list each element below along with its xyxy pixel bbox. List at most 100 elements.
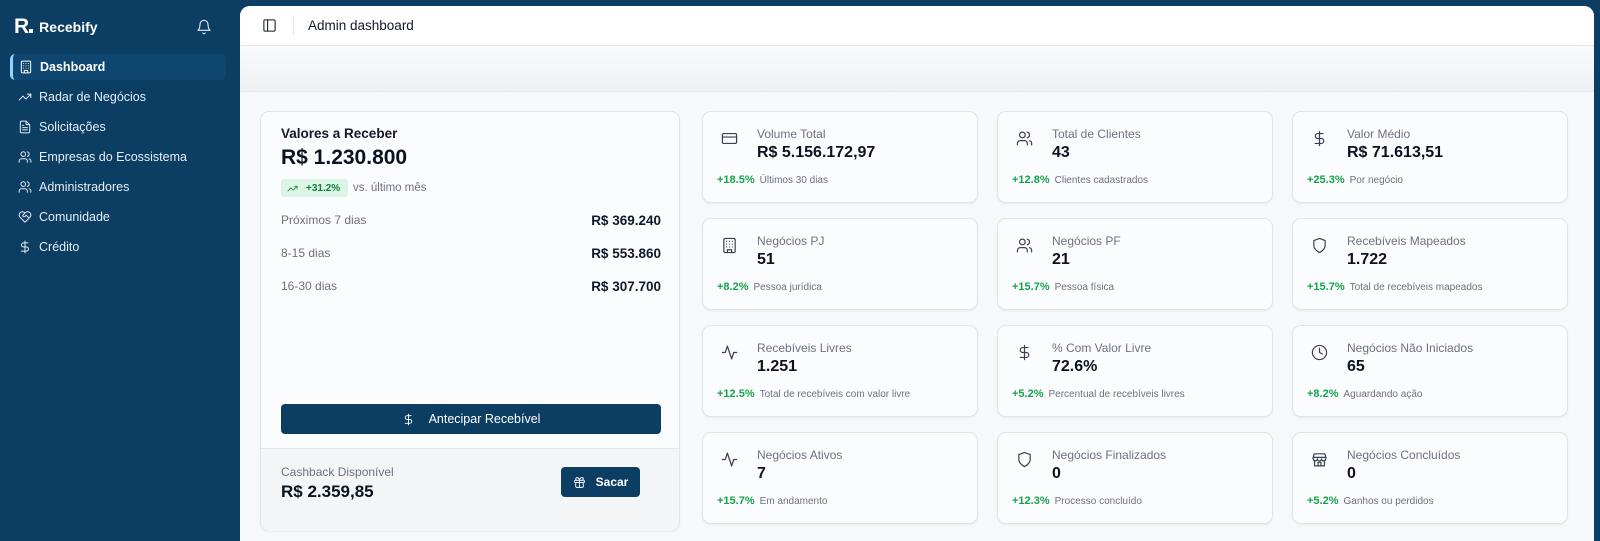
metric-title: Volume Total [757, 127, 826, 141]
metric-footer: +12.3% Processo concluído [1012, 495, 1142, 507]
metric-card[interactable]: Negócios Finalizados 0 +12.3% Processo co… [997, 432, 1273, 524]
sidebar-item-dashboard[interactable]: Dashboard [10, 54, 226, 80]
receivable-row: 16-30 dias R$ 307.700 [281, 276, 661, 296]
bell-icon[interactable] [196, 19, 212, 35]
divider [293, 16, 294, 35]
receivable-row: Próximos 7 dias R$ 369.240 [281, 210, 661, 230]
metric-title: % Com Valor Livre [1052, 341, 1152, 355]
metric-title: Valor Médio [1347, 127, 1411, 141]
metric-delta: +18.5% [717, 174, 755, 186]
metric-footer: +12.8% Clientes cadastrados [1012, 174, 1148, 186]
dollar-icon [404, 413, 412, 425]
sidebar-item-label: Radar de Negócios [39, 90, 147, 104]
trend-up-icon [287, 185, 298, 191]
metric-footer: +15.7% Pessoa física [1012, 281, 1114, 293]
metric-footer: +8.2% Pessoa jurídica [717, 281, 822, 293]
sidebar-toggle-icon[interactable] [262, 18, 277, 33]
metric-value: 65 [1347, 358, 1365, 375]
metric-card[interactable]: Negócios Ativos 7 +15.7% Em andamento [702, 432, 978, 524]
users-icon [18, 151, 32, 163]
row-value: R$ 307.700 [591, 278, 661, 294]
main-content: Admin dashboard Valores a Receber R$ 1.2… [240, 6, 1594, 541]
sidebar-item-radar[interactable]: Radar de Negócios [10, 84, 226, 110]
document-icon [19, 120, 31, 134]
receivables-title: Valores a Receber [281, 126, 398, 141]
sidebar-nav: Dashboard Radar de Negócios Solicitações… [10, 54, 226, 264]
building-icon [20, 60, 32, 74]
metric-value: 1.251 [757, 358, 798, 375]
anticipate-receivable-button[interactable]: Antecipar Recebível [281, 404, 661, 434]
metric-note: Últimos 30 dias [759, 174, 828, 186]
metric-delta: +12.8% [1012, 174, 1050, 186]
metric-value: 7 [757, 465, 766, 482]
metric-footer: +5.2% Percentual de recebíveis livres [1012, 388, 1185, 400]
metric-card[interactable]: Negócios PF 21 +15.7% Pessoa física [997, 218, 1273, 310]
toolbar-area [240, 46, 1594, 92]
metric-card[interactable]: Total de Clientes 43 +12.8% Clientes cada… [997, 111, 1273, 203]
sidebar-item-label: Comunidade [39, 210, 110, 224]
growth-badge: +31.2% [281, 179, 349, 197]
metric-card[interactable]: Negócios PJ 51 +8.2% Pessoa jurídica [702, 218, 978, 310]
metric-footer: +5.2% Ganhos ou perdidos [1307, 495, 1434, 507]
handshake-heart-icon [18, 211, 32, 223]
metric-value: 0 [1052, 465, 1061, 482]
metric-note: Total de recebíveis com valor livre [759, 388, 911, 400]
row-value: R$ 553.860 [591, 245, 661, 261]
shield-icon [1018, 451, 1031, 468]
metric-card[interactable]: Recebíveis Livres 1.251 +12.5% Total de r… [702, 325, 978, 417]
activity-icon [721, 345, 738, 360]
metric-note: Por negócio [1349, 174, 1403, 186]
brand[interactable]: R Recebify [14, 15, 98, 39]
metric-delta: +15.7% [1012, 281, 1050, 293]
gift-icon [573, 476, 585, 488]
metric-value: R$ 5.156.172,97 [757, 144, 876, 161]
row-label: Próximos 7 dias [281, 213, 367, 227]
metric-note: Pessoa jurídica [753, 281, 822, 293]
sidebar-item-label: Empresas do Ecossistema [39, 150, 187, 164]
brand-name: Recebify [39, 19, 98, 35]
receivables-amount: R$ 1.230.800 [281, 146, 408, 169]
receivables-card: Valores a Receber R$ 1.230.800 +31.2% vs… [260, 111, 680, 531]
metric-title: Negócios Não Iniciados [1347, 341, 1474, 355]
withdraw-button[interactable]: Sacar [561, 467, 640, 497]
clock-icon [1311, 344, 1328, 361]
sidebar-item-administradores[interactable]: Administradores [10, 174, 226, 200]
metric-title: Negócios Concluídos [1347, 448, 1461, 462]
metric-title: Recebíveis Livres [757, 341, 852, 355]
store-icon [1312, 453, 1327, 467]
row-label: 16-30 dias [281, 279, 338, 293]
metric-delta: +15.7% [717, 495, 755, 507]
sidebar-item-comunidade[interactable]: Comunidade [10, 204, 226, 230]
metric-card[interactable]: % Com Valor Livre 72.6% +5.2% Percentual … [997, 325, 1273, 417]
credit-card-icon [721, 132, 738, 145]
metric-footer: +12.5% Total de recebíveis com valor livr… [717, 388, 910, 400]
metric-footer: +15.7% Total de recebíveis mapeados [1307, 281, 1482, 293]
sidebar-item-solicitacoes[interactable]: Solicitações [10, 114, 226, 140]
metric-card[interactable]: Negócios Concluídos 0 +5.2% Ganhos ou per… [1292, 432, 1568, 524]
metric-footer: +8.2% Aguardando ação [1307, 388, 1422, 400]
metric-card[interactable]: Volume Total R$ 5.156.172,97 +18.5% Últim… [702, 111, 978, 203]
row-label: 8-15 dias [281, 246, 331, 260]
metric-note: Aguardando ação [1343, 388, 1423, 400]
users-icon [1016, 238, 1033, 253]
users-icon [1016, 131, 1033, 146]
cashback-section: Cashback Disponível R$ 2.359,85 Sacar [261, 449, 679, 531]
sidebar-item-empresas[interactable]: Empresas do Ecossistema [10, 144, 226, 170]
growth-value: +31.2% [306, 182, 341, 194]
metric-delta: +8.2% [1307, 388, 1339, 400]
metric-footer: +18.5% Últimos 30 dias [717, 174, 828, 186]
sidebar-item-label: Crédito [39, 240, 80, 254]
shield-icon [1313, 237, 1326, 254]
metric-card[interactable]: Negócios Não Iniciados 65 +8.2% Aguardand… [1292, 325, 1568, 417]
row-value: R$ 369.240 [591, 212, 661, 228]
metric-value: 51 [757, 251, 775, 268]
sidebar-item-label: Dashboard [40, 60, 106, 74]
brand-logo: R [14, 15, 34, 39]
sidebar: R Recebify Dashboard Radar de Negócios S… [0, 0, 238, 541]
metric-note: Pessoa física [1054, 281, 1115, 293]
building-icon [723, 237, 736, 254]
metric-note: Ganhos ou perdidos [1343, 495, 1434, 507]
metric-card[interactable]: Valor Médio R$ 71.613,51 +25.3% Por negóc… [1292, 111, 1568, 203]
sidebar-item-credito[interactable]: Crédito [10, 234, 226, 260]
metric-card[interactable]: Recebíveis Mapeados 1.722 +15.7% Total de… [1292, 218, 1568, 310]
